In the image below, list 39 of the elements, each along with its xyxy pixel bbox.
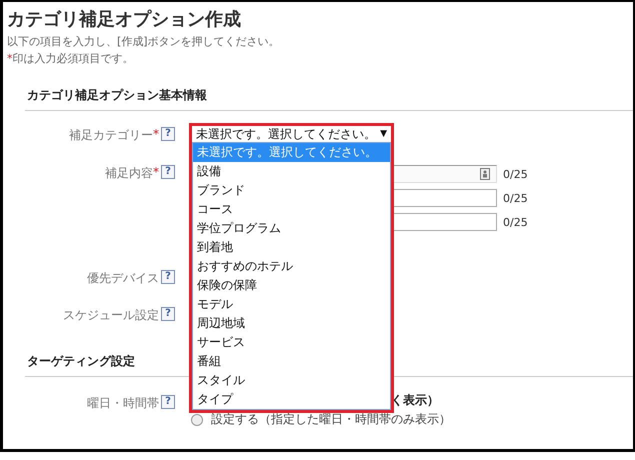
required-mark: * xyxy=(153,127,159,141)
dropdown-option[interactable]: コース xyxy=(193,200,390,219)
intro-text: 以下の項目を入力し、[作成]ボタンを押してください。 xyxy=(6,34,281,50)
dropdown-option[interactable]: 学位プログラム xyxy=(193,219,390,238)
dropdown-option[interactable]: 設備 xyxy=(193,162,390,181)
field-label: 優先デバイス xyxy=(87,270,159,287)
dropdown-option[interactable]: ブランド xyxy=(193,181,390,200)
required-mark: * xyxy=(153,165,159,179)
radio-label: 設定する（指定した曜日・時間帯のみ表示） xyxy=(211,411,451,428)
field-label: スケジュール設定 xyxy=(63,307,159,324)
required-note: 印は入力必須項目です。 xyxy=(12,52,134,65)
section-heading: カテゴリ補足オプション基本情報 xyxy=(25,87,633,111)
help-icon[interactable]: ? xyxy=(161,395,175,409)
dropdown-option[interactable]: 番組 xyxy=(193,352,390,371)
character-counter: 0/25 xyxy=(503,168,528,180)
help-icon[interactable]: ? xyxy=(161,127,175,141)
radio-button[interactable] xyxy=(191,414,203,426)
radio-label: く表示） xyxy=(391,392,439,409)
dropdown-option[interactable]: 到着地 xyxy=(193,238,390,257)
dropdown[interactable]: 未選択です。選択してください。 ▼ 未選択です。選択してください。 設備 ブランド コース 学位プログラム 到着地 おすすめのホテル 保険の保障 モデル 周辺地域 サービス 番組 スタイル タイプ xyxy=(189,123,394,413)
person-icon xyxy=(480,168,490,180)
character-counter: 0/25 xyxy=(503,192,528,204)
help-icon[interactable]: ? xyxy=(161,165,175,179)
field-label: 補足内容 xyxy=(105,165,153,182)
dropdown-option[interactable]: 保険の保障 xyxy=(193,276,390,295)
required-mark: * xyxy=(7,52,12,65)
help-icon[interactable]: ? xyxy=(161,270,175,284)
dropdown-arrow-icon: ▼ xyxy=(380,129,387,139)
dropdown-option[interactable]: サービス xyxy=(193,333,390,352)
field-label: 補足カテゴリー xyxy=(69,127,153,144)
dropdown-option[interactable]: おすすめのホテル xyxy=(193,257,390,276)
dropdown-option[interactable]: タイプ xyxy=(193,390,390,409)
character-counter: 0/25 xyxy=(503,216,528,228)
dropdown-option[interactable]: 周辺地域 xyxy=(193,314,390,333)
field-label: 曜日・時間帯 xyxy=(87,395,159,412)
dropdown-option[interactable]: モデル xyxy=(193,295,390,314)
help-icon[interactable]: ? xyxy=(161,307,175,321)
dropdown-value: 未選択です。選択してください。 xyxy=(196,126,376,142)
page-title: カテゴリ補足オプション作成 xyxy=(6,8,242,32)
